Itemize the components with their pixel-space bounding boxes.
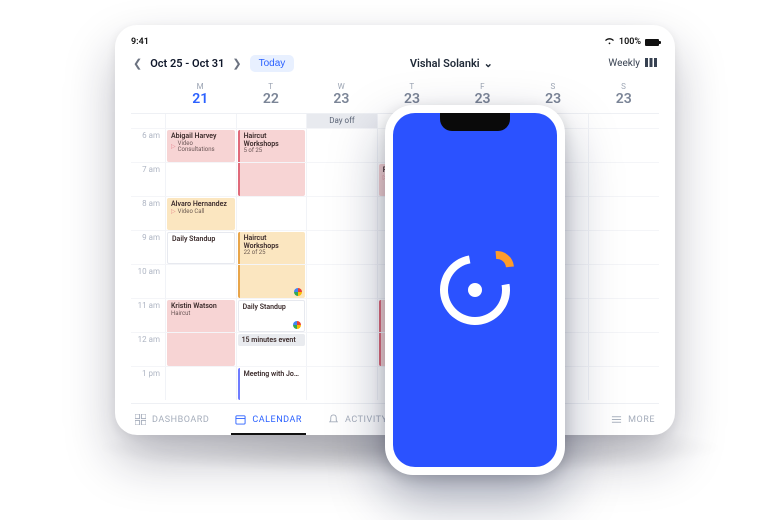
nav-more[interactable]: MORE (611, 414, 655, 425)
time-slot[interactable] (588, 128, 659, 162)
calendar-event[interactable]: Meeting with Jo… (238, 368, 306, 400)
time-slot[interactable] (588, 298, 659, 332)
date-range[interactable]: Oct 25 - Oct 31 (150, 57, 224, 70)
time-slot[interactable] (588, 196, 659, 230)
time-slot[interactable] (165, 162, 236, 196)
user-selector[interactable]: Vishal Solanki ⌄ (410, 57, 493, 70)
calendar-event[interactable]: Alvaro Hernandez▷Video Call (167, 198, 235, 230)
hour-label: 8 am (131, 196, 165, 230)
hour-label: 6 am (131, 128, 165, 162)
phone-screen (393, 113, 557, 467)
event-title: Daily Standup (172, 236, 230, 244)
event-title: Haircut Workshops (244, 133, 302, 148)
time-slot[interactable] (306, 196, 377, 230)
time-slot[interactable] (588, 230, 659, 264)
bell-icon (328, 414, 339, 425)
user-selector-label: Vishal Solanki (410, 57, 480, 70)
weekday-col[interactable]: T22 (236, 78, 307, 113)
event-title: 15 minutes event (242, 337, 302, 345)
nav-dashboard[interactable]: DASHBOARD (135, 414, 209, 425)
calendar-icon (235, 414, 246, 425)
battery-icon (645, 39, 659, 46)
time-slot[interactable] (588, 162, 659, 196)
time-slot[interactable] (588, 264, 659, 298)
hamburger-icon (611, 414, 622, 425)
battery-percent: 100% (619, 37, 641, 47)
allday-event[interactable]: Day off (306, 114, 377, 128)
weekday-col[interactable]: S23 (588, 78, 659, 113)
calendar-event[interactable]: Daily Standup (238, 300, 306, 332)
event-title: Meeting with Jo… (244, 371, 302, 379)
time-slot[interactable] (306, 128, 377, 162)
time-slot[interactable] (588, 366, 659, 400)
event-subtitle: 22 of 25 (244, 250, 302, 257)
hour-label: 10 am (131, 264, 165, 298)
event-subtitle: 5 of 25 (244, 148, 302, 155)
time-slot[interactable]: 15 minutes event (236, 332, 307, 366)
time-slot[interactable] (588, 332, 659, 366)
calendar-header: ❮ Oct 25 - Oct 31 ❯ Today Vishal Solanki… (131, 49, 659, 78)
status-time: 9:41 (131, 37, 149, 47)
time-slot[interactable]: Meeting with Jo… (236, 366, 307, 400)
time-slot[interactable] (165, 264, 236, 298)
event-subtitle: ▷Video Consultations (171, 141, 231, 154)
time-slot[interactable]: Haircut Workshops5 of 25 (236, 128, 307, 162)
weekday-col[interactable]: M21 (165, 78, 236, 113)
nav-activity[interactable]: ACTIVITY (328, 414, 388, 425)
nav-calendar[interactable]: CALENDAR (235, 414, 302, 425)
weekday-header: M21 T22 W23 T23 F23 S23 S23 (131, 78, 659, 114)
time-slot[interactable]: Daily Standup (236, 298, 307, 332)
time-slot[interactable] (306, 332, 377, 366)
event-title: Daily Standup (243, 304, 301, 312)
event-title: Haircut Workshops (244, 235, 302, 250)
video-icon: ▷ (171, 144, 176, 151)
nav-label: CALENDAR (252, 415, 302, 425)
chevron-down-icon: ⌄ (484, 57, 493, 70)
event-subtitle: Haircut (171, 311, 231, 318)
calendar-event[interactable]: Abigail Harvey▷Video Consultations (167, 130, 235, 162)
hour-label: 1 pm (131, 366, 165, 400)
prev-week-button[interactable]: ❮ (133, 57, 142, 70)
hour-label: 9 am (131, 230, 165, 264)
hour-label: 12 am (131, 332, 165, 366)
time-slot[interactable]: Abigail Harvey▷Video Consultations (165, 128, 236, 162)
weekday-col[interactable]: W23 (306, 78, 377, 113)
time-slot[interactable] (165, 332, 236, 366)
nav-label: ACTIVITY (345, 415, 388, 425)
time-slot[interactable] (306, 298, 377, 332)
time-slot[interactable]: Kristin WatsonHaircut (165, 298, 236, 332)
nav-label: DASHBOARD (152, 415, 209, 425)
time-slot[interactable] (306, 162, 377, 196)
time-slot[interactable] (306, 366, 377, 400)
next-week-button[interactable]: ❯ (232, 57, 241, 70)
time-slot[interactable]: Daily Standup (165, 230, 236, 264)
time-slot[interactable] (236, 196, 307, 230)
view-mode-selector[interactable]: Weekly (608, 58, 657, 70)
dashboard-icon (135, 414, 146, 425)
hour-label: 7 am (131, 162, 165, 196)
calendar-event[interactable]: Daily Standup (167, 232, 235, 264)
google-icon (293, 321, 301, 329)
wifi-icon (604, 37, 615, 48)
event-subtitle: ▷Video Call (171, 209, 231, 216)
calendar-event[interactable]: 15 minutes event (238, 334, 306, 346)
phone-device (385, 105, 565, 475)
today-button[interactable]: Today (250, 55, 295, 72)
time-slot[interactable] (306, 264, 377, 298)
nav-label: MORE (628, 415, 655, 425)
app-logo-icon (440, 255, 510, 325)
time-slot[interactable] (236, 162, 307, 196)
view-mode-label: Weekly (608, 58, 640, 69)
tablet-status-bar: 9:41 100% (131, 35, 659, 49)
time-slot[interactable]: Haircut Workshops22 of 25 (236, 230, 307, 264)
time-slot[interactable] (306, 230, 377, 264)
video-icon: ▷ (171, 209, 176, 216)
time-slot[interactable]: Alvaro Hernandez▷Video Call (165, 196, 236, 230)
hour-label: 11 am (131, 298, 165, 332)
time-slot[interactable] (165, 366, 236, 400)
view-mode-icon (645, 58, 657, 70)
time-slot[interactable] (236, 264, 307, 298)
phone-notch (440, 113, 510, 131)
